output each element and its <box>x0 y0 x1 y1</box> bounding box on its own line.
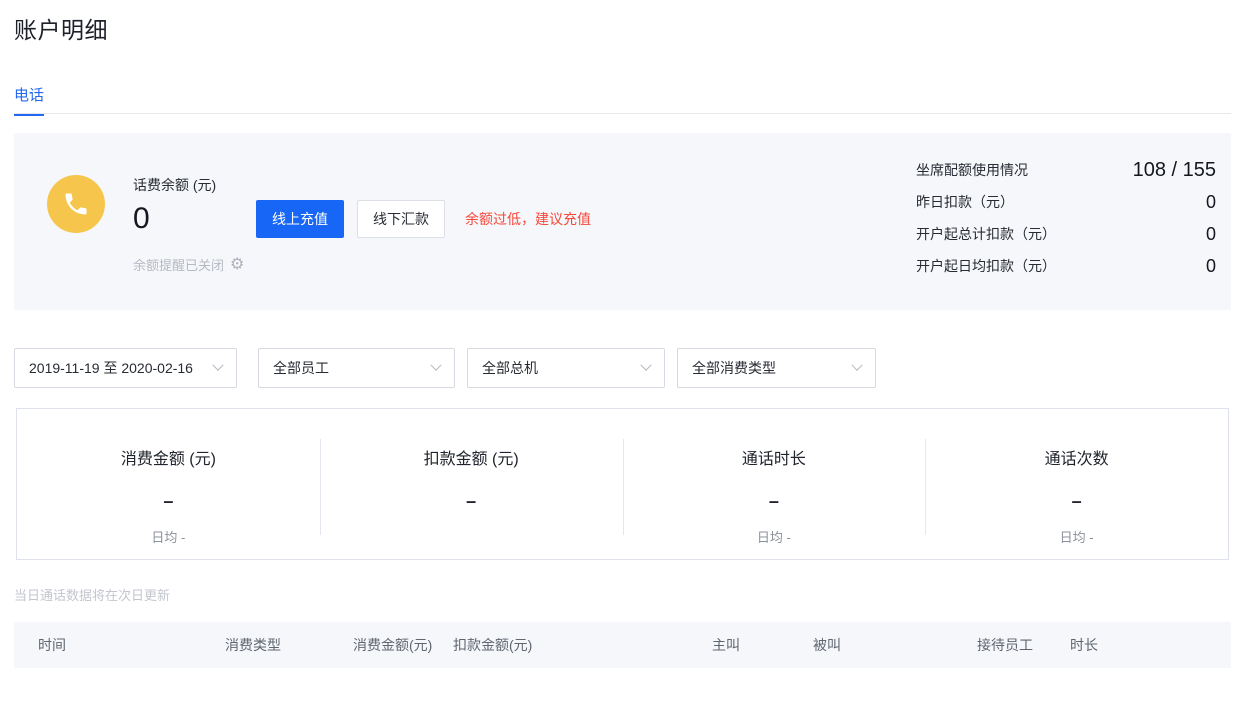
summary-deduct-amount: 扣款金额 (元) – <box>319 409 623 559</box>
staff-value: 全部员工 <box>273 360 329 376</box>
col-header-deduct-amount: 扣款金额(元) <box>453 637 533 653</box>
summary-title: 消费金额 (元) <box>120 451 216 468</box>
summary-value: – <box>163 491 174 511</box>
filter-bar: 2019-11-19 至 2020-02-16 全部员工 全部总机 全部消费类型 <box>14 348 876 388</box>
date-range-value: 2019-11-19 至 2020-02-16 <box>29 360 193 376</box>
low-balance-warning: 余额过低，建议充值 <box>465 211 591 227</box>
summary-value: – <box>466 491 477 511</box>
recharge-online-button[interactable]: 线上充值 <box>256 200 344 238</box>
col-header-consume-amount: 消费金额(元) <box>353 637 433 653</box>
stat-value: 0 <box>1205 223 1216 244</box>
stat-row-daily-avg-deduction: 开户起日均扣款（元） 0 <box>916 250 1216 282</box>
summary-value: – <box>768 491 779 511</box>
stat-label: 开户起总计扣款（元） <box>916 226 1056 242</box>
chevron-down-icon <box>640 359 652 371</box>
col-header-consume-type: 消费类型 <box>225 637 281 653</box>
tabbar: 电话 <box>14 84 1231 116</box>
summary-stats-box: 消费金额 (元) – 日均 - 扣款金额 (元) – 通话时长 – 日均 - 通… <box>16 408 1229 560</box>
chevron-down-icon <box>212 359 224 371</box>
summary-title: 通话次数 <box>1044 451 1109 468</box>
summary-daily-avg: 日均 - <box>1059 530 1094 545</box>
switchboard-value: 全部总机 <box>482 360 538 376</box>
balance-card: 话费余额 (元) 0 线上充值 线下汇款 余额过低，建议充值 余额提醒已关闭 ⚙… <box>14 133 1231 310</box>
staff-select[interactable]: 全部员工 <box>258 348 455 388</box>
summary-daily-avg: 日均 - <box>151 530 186 545</box>
col-header-duration: 时长 <box>1070 637 1098 653</box>
col-header-caller: 主叫 <box>712 637 740 653</box>
col-header-staff: 接待员工 <box>977 637 1033 653</box>
balance-row: 0 线上充值 线下汇款 余额过低，建议充值 <box>133 200 591 238</box>
phone-icon <box>47 175 105 233</box>
stat-row-total-deduction: 开户起总计扣款（元） 0 <box>916 218 1216 250</box>
chevron-down-icon <box>851 359 863 371</box>
call-records-table-header: 时间 消费类型 消费金额(元) 扣款金额(元) 主叫 被叫 接待员工 时长 <box>14 622 1231 668</box>
summary-title: 扣款金额 (元) <box>423 451 519 468</box>
stat-label: 昨日扣款（元） <box>916 194 1014 210</box>
summary-value: – <box>1071 491 1082 511</box>
reminder-row: 余额提醒已关闭 ⚙ <box>133 255 591 274</box>
summary-title: 通话时长 <box>741 451 806 468</box>
update-note: 当日通话数据将在次日更新 <box>14 588 171 603</box>
balance-value: 0 <box>133 202 150 235</box>
gear-icon[interactable]: ⚙ <box>230 256 244 273</box>
stat-row-yesterday-deduction: 昨日扣款（元） 0 <box>916 186 1216 218</box>
col-header-time: 时间 <box>38 637 66 653</box>
stat-value: 0 <box>1205 255 1216 276</box>
switchboard-select[interactable]: 全部总机 <box>467 348 665 388</box>
date-range-select[interactable]: 2019-11-19 至 2020-02-16 <box>14 348 237 388</box>
account-detail-page: 账户明细 电话 话费余额 (元) 0 线上充值 线下汇款 余额过低，建议充值 余… <box>0 0 1245 727</box>
stat-label: 坐席配额使用情况 <box>916 162 1028 178</box>
reminder-status-text: 余额提醒已关闭 <box>133 258 225 273</box>
account-stats: 坐席配额使用情况 108 / 155 昨日扣款（元） 0 开户起总计扣款（元） … <box>916 154 1216 282</box>
consume-type-select[interactable]: 全部消费类型 <box>677 348 876 388</box>
stat-value: 0 <box>1205 191 1216 212</box>
summary-consume-amount: 消费金额 (元) – 日均 - <box>17 409 320 559</box>
col-header-callee: 被叫 <box>813 637 841 653</box>
stat-row-quota: 坐席配额使用情况 108 / 155 <box>916 154 1216 186</box>
summary-daily-avg: 日均 - <box>756 530 791 545</box>
balance-info: 话费余额 (元) 0 线上充值 线下汇款 余额过低，建议充值 余额提醒已关闭 ⚙ <box>133 175 591 274</box>
stat-label: 开户起日均扣款（元） <box>916 258 1056 274</box>
consume-type-value: 全部消费类型 <box>692 360 776 376</box>
stat-value: 108 / 155 <box>1132 158 1216 181</box>
chevron-down-icon <box>430 359 442 371</box>
page-title: 账户明细 <box>14 17 108 43</box>
remit-offline-button[interactable]: 线下汇款 <box>357 200 445 238</box>
summary-call-count: 通话次数 – 日均 - <box>925 409 1228 559</box>
summary-call-duration: 通话时长 – 日均 - <box>622 409 926 559</box>
tab-phone[interactable]: 电话 <box>14 84 45 116</box>
summary-daily-avg <box>320 527 623 543</box>
balance-label: 话费余额 (元) <box>133 177 217 193</box>
